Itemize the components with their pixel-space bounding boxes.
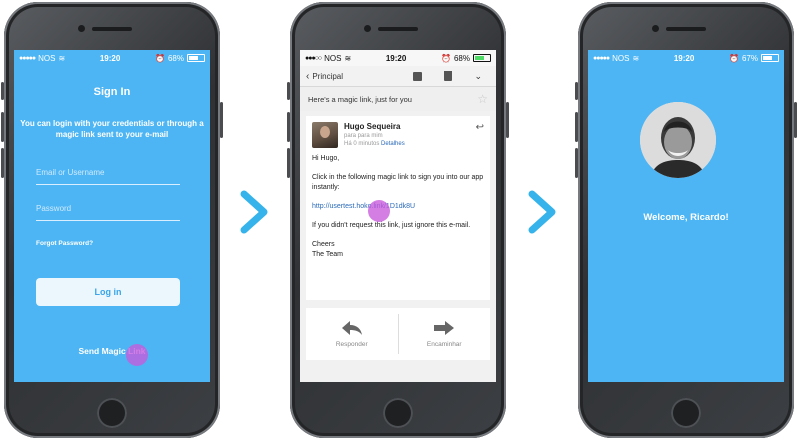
signal-icon: ●●●●● <box>593 54 610 62</box>
phone-frame-welcome: ●●●●● NOS ≋ 19:20 ⏰ 67% Welcome, Ricardo! <box>575 2 797 438</box>
password-placeholder: Password <box>36 204 72 213</box>
forward-label: Encaminhar <box>426 341 462 348</box>
email-instruction: Click in the following magic link to sig… <box>312 174 484 191</box>
reply-icon[interactable]: ↩ <box>476 122 484 148</box>
email-body: Hi Hugo, Click in the following magic li… <box>306 154 490 260</box>
alarm-icon: ⏰ <box>155 53 165 63</box>
reply-label: Responder <box>335 341 368 348</box>
email-subject-row: Here's a magic link, just for you ☆ <box>300 87 496 111</box>
front-camera <box>78 25 85 32</box>
email-signoff: Cheers <box>312 241 335 248</box>
forward-arrow-icon <box>434 321 455 335</box>
mail-toolbar: ‹ Principal ⌄ <box>300 66 496 87</box>
front-camera <box>652 25 659 32</box>
battery-icon <box>472 54 491 62</box>
star-icon[interactable]: ☆ <box>477 92 488 106</box>
back-label: Principal <box>312 71 344 81</box>
status-bar: ●●●●● NOS ≋ 19:20 ⏰ 68% <box>14 50 210 66</box>
carrier-label: NOS <box>324 53 342 63</box>
phone-frame-email: ●●●○○ NOS ≋ 19:20 ⏰ 68% ‹ Principal ⌄ Here's… <box>287 2 509 438</box>
wifi-icon: ≋ <box>632 53 640 63</box>
clock: 19:20 <box>673 53 695 63</box>
password-field[interactable]: Password <box>36 204 180 221</box>
sender-time: Há 0 minutos <box>344 141 380 147</box>
back-button[interactable]: ‹ Principal <box>306 71 343 82</box>
chevron-down-icon[interactable]: ⌄ <box>474 71 482 82</box>
tap-indicator <box>126 344 148 366</box>
alarm-icon: ⏰ <box>441 53 451 63</box>
earpiece <box>378 27 418 31</box>
battery-icon <box>186 54 205 62</box>
battery-percent: 68% <box>167 53 184 63</box>
battery-icon <box>760 54 779 62</box>
page-title: Sign In <box>93 86 131 98</box>
signin-description: You can login with your credentials or t… <box>20 119 204 139</box>
send-magic-link-button[interactable]: Send Magic Link <box>14 346 210 356</box>
user-avatar <box>640 102 716 178</box>
magic-link[interactable]: http://usertest.hoko.link/1D1dk8U <box>312 203 415 210</box>
sender-recipient: para para mim <box>344 133 383 139</box>
carrier-label: NOS <box>612 53 630 63</box>
email-ignore-note: If you didn't request this link, just ig… <box>312 222 471 229</box>
forgot-password-link[interactable]: Forgot Password? <box>36 240 93 247</box>
battery-percent: 67% <box>741 53 758 63</box>
reply-button[interactable]: Responder <box>306 308 398 360</box>
username-field[interactable]: Email or Username <box>36 168 180 185</box>
reply-arrow-icon <box>341 321 362 335</box>
signal-icon: ●●●●● <box>19 54 36 62</box>
wifi-icon: ≋ <box>344 53 352 63</box>
archive-icon[interactable] <box>413 71 423 81</box>
signin-screen: ●●●●● NOS ≋ 19:20 ⏰ 68% Sign In You can log… <box>14 50 210 382</box>
front-camera <box>364 25 371 32</box>
wifi-icon: ≋ <box>58 53 66 63</box>
welcome-message: Welcome, Ricardo! <box>643 212 729 223</box>
home-button <box>383 398 413 428</box>
home-button <box>671 398 701 428</box>
email-screen: ●●●○○ NOS ≋ 19:20 ⏰ 68% ‹ Principal ⌄ Here's… <box>300 50 496 382</box>
login-button[interactable]: Log in <box>36 278 180 306</box>
clock: 19:20 <box>385 53 407 63</box>
sender-header: Hugo Sequeira para para mim Há 0 minutos… <box>306 116 490 154</box>
email-actions: Responder Encaminhar <box>306 308 490 360</box>
earpiece <box>666 27 706 31</box>
trash-icon[interactable] <box>444 71 453 81</box>
username-placeholder: Email or Username <box>36 168 105 177</box>
sender-name: Hugo Sequeira <box>344 122 401 131</box>
forward-button[interactable]: Encaminhar <box>399 308 491 360</box>
status-bar: ●●●○○ NOS ≋ 19:20 ⏰ 68% <box>300 50 496 66</box>
email-card: Hugo Sequeira para para mim Há 0 minutos… <box>306 116 490 300</box>
chevron-left-icon: ‹ <box>306 70 310 82</box>
phone-frame-signin: ●●●●● NOS ≋ 19:20 ⏰ 68% Sign In You can log… <box>1 2 223 438</box>
email-greeting: Hi Hugo, <box>312 155 340 162</box>
chevron-right-icon <box>238 190 272 234</box>
alarm-icon: ⏰ <box>729 53 739 63</box>
home-button <box>97 398 127 428</box>
welcome-screen: ●●●●● NOS ≋ 19:20 ⏰ 67% Welcome, Ricardo! <box>588 50 784 382</box>
chevron-right-icon <box>526 190 560 234</box>
tap-indicator <box>368 200 390 222</box>
sender-avatar <box>312 122 338 148</box>
status-bar: ●●●●● NOS ≋ 19:20 ⏰ 67% <box>588 50 784 66</box>
clock: 19:20 <box>99 53 121 63</box>
battery-percent: 68% <box>453 53 470 63</box>
email-signature: The Team <box>312 251 343 258</box>
details-link[interactable]: Detalhes <box>381 141 405 147</box>
carrier-label: NOS <box>38 53 56 63</box>
signal-icon: ●●●○○ <box>305 54 322 62</box>
email-subject: Here's a magic link, just for you <box>308 94 412 104</box>
earpiece <box>92 27 132 31</box>
